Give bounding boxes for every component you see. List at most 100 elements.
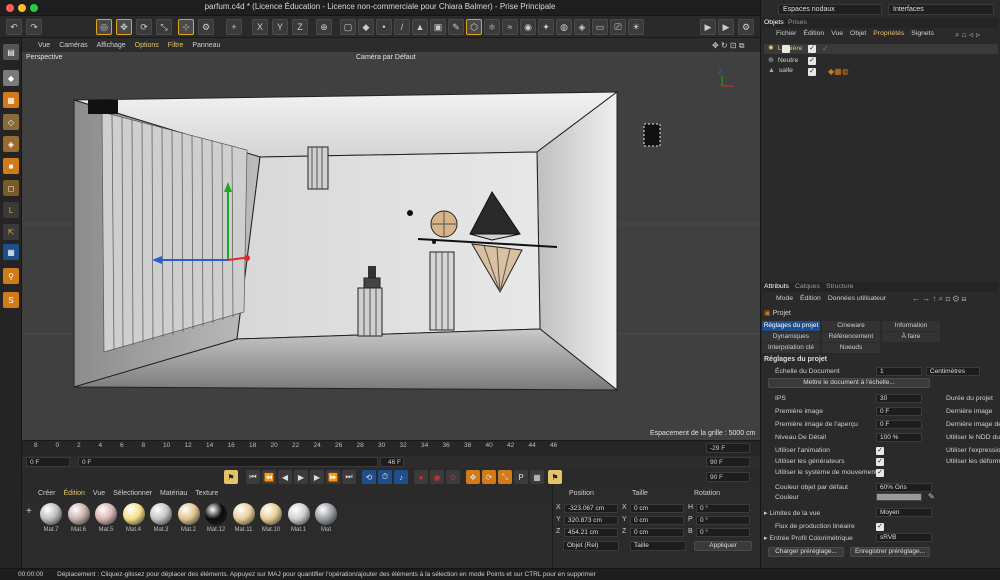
position-field[interactable]: -323.067 cm [564,504,618,513]
obj-menu-objet[interactable]: Objet [850,30,866,37]
neutre-enable-check[interactable]: ✓ [808,57,816,65]
coordinate-system-icon[interactable]: ⊕ [316,19,332,35]
subtab-referencement[interactable]: Référencement [822,332,880,342]
render-settings-icon[interactable]: ⚙ [738,19,754,35]
obj-menu-proprietes[interactable]: Propriétés [873,30,904,37]
doc-scale-unit-dropdown[interactable]: Centimètres [926,367,980,376]
z-axis-lock-icon[interactable]: Z [292,19,308,35]
size-mode-dropdown[interactable]: Taille [630,541,686,551]
menu-options[interactable]: Options [135,42,159,49]
subtab-reglages[interactable]: Réglages du projet [762,321,820,331]
menu-cameras[interactable]: Caméras [59,42,87,49]
subtab-dynamiques[interactable]: Dynamiques [762,332,820,342]
uv-icon[interactable]: ◻ [3,180,19,196]
redo-icon[interactable]: ↷ [26,19,42,35]
transform-tool-icon[interactable]: ⊹ [178,19,194,35]
tab-objets[interactable]: Objets [764,19,784,26]
axis-icon[interactable]: L [3,202,19,218]
keyframe-selection-icon[interactable]: ⊙ [446,470,460,484]
material-label[interactable]: Mat.1 [286,527,312,533]
autokey-icon[interactable]: ◉ [430,470,444,484]
material-label[interactable]: Mat [313,527,339,533]
material-label[interactable]: Mat.12 [203,527,229,533]
tab-prises[interactable]: Prises [788,19,807,26]
cube-icon[interactable]: ▣ [430,19,446,35]
max-frame-field[interactable]: 90 F [706,472,750,482]
record-key-icon[interactable]: ● [414,470,428,484]
mat-menu-edition[interactable]: Édition [64,490,85,497]
pla-key-icon[interactable]: ▦ [530,470,544,484]
obj-menu-vue[interactable]: Vue [831,30,843,37]
salle-tags-icon[interactable]: ◆▦◍ [828,67,849,76]
object-mode-icon[interactable]: ◆ [358,19,374,35]
material-preview[interactable] [315,503,337,525]
preview-end-field[interactable]: 46 F [380,457,404,467]
mat-menu-materiau[interactable]: Matériau [160,490,187,497]
obj-menu-signets[interactable]: Signets [911,30,934,37]
y-axis-lock-icon[interactable]: Y [272,19,288,35]
material-label[interactable]: Mat.4 [121,527,147,533]
rotation-key-icon[interactable]: ⟳ [482,470,496,484]
play-icon[interactable]: ▶ [294,470,308,484]
subdivision-icon[interactable]: ⬡ [466,19,482,35]
material-preview[interactable] [150,503,172,525]
material-label[interactable]: Mat.7 [38,527,64,533]
motion-system-icon[interactable]: ⚑ [548,470,562,484]
recent-tools-icon[interactable]: ⚙ [198,19,214,35]
salle-enable-check[interactable]: ✓ [808,68,816,76]
obj-menu-fichier[interactable]: Fichier [776,30,796,37]
apply-button[interactable]: Appliquer [694,541,752,551]
check-green-icon[interactable]: ✓ [822,44,829,53]
object-row-lumiere[interactable]: ✹ Lumière [764,44,998,54]
position-field[interactable]: 320.873 cm [564,516,618,525]
move-tool-icon[interactable]: ✥ [116,19,132,35]
rotation-field[interactable]: 0 ° [696,504,750,513]
material-label[interactable]: Mat.2 [176,527,202,533]
light-icon[interactable]: ☀ [628,19,644,35]
quantize-icon[interactable]: S [3,292,19,308]
objects-nav-icons[interactable]: ⌕ ⌂ ⊲ ⊳ [955,30,980,40]
checkbox[interactable]: ✓ [876,458,884,466]
current-frame-field[interactable]: -29 F [706,443,750,453]
position-field[interactable]: 454.21 cm [564,528,618,537]
edges-icon[interactable]: ◈ [3,136,19,152]
material-preview[interactable] [260,503,282,525]
render-picture-viewer-icon[interactable]: ▶ [718,19,734,35]
next-key-icon[interactable]: ⏩ [326,470,340,484]
texture-icon[interactable]: ▦ [3,92,19,108]
loop-icon[interactable]: ⟲ [362,470,376,484]
mat-menu-vue[interactable]: Vue [93,490,105,497]
view-limit-dropdown[interactable]: Moyen [876,508,932,517]
polygons-icon[interactable]: ■ [3,158,19,174]
end-frame-field[interactable]: 90 F [706,457,750,467]
field-value[interactable]: 100 % [876,433,922,442]
size-field[interactable]: 0 cm [630,504,684,513]
size-field[interactable]: 0 cm [630,516,684,525]
object-name[interactable]: Neutre [778,57,798,64]
lumiere-enable-check[interactable]: ✓ [808,45,816,53]
field-value[interactable]: 30 [876,394,922,403]
node-spaces-dropdown[interactable]: Espaces nodaux [778,4,882,15]
camera-icon[interactable]: ⎚ [610,19,626,35]
object-name[interactable]: salle [779,67,793,74]
obj-menu-edition[interactable]: Édition [803,30,824,37]
scale-key-icon[interactable]: ⤡ [498,470,512,484]
tweak-icon[interactable]: ⇱ [3,224,19,240]
polygons-mode-icon[interactable]: ▲ [412,19,428,35]
menu-vue[interactable]: Vue [38,42,50,49]
color-swatch[interactable] [876,493,922,501]
subtab-interpolation[interactable]: Interpolation clé [762,343,820,353]
mat-menu-selectionner[interactable]: Sélectionner [113,490,152,497]
tab-calques[interactable]: Calques [795,283,820,290]
material-preview[interactable] [205,503,227,525]
mat-menu-texture[interactable]: Texture [195,490,218,497]
preview-start-field[interactable]: 0 F [78,457,378,467]
object-row-salle[interactable]: ▲ salle [764,67,998,77]
object-row-neutre[interactable]: ⊕ Neutre [764,56,998,66]
material-preview[interactable] [232,503,255,525]
material-preview[interactable] [95,503,117,525]
prev-key-icon[interactable]: ⏪ [262,470,276,484]
attr-menu-edition[interactable]: Édition [800,295,821,302]
3d-viewport[interactable]: Z Perspective Caméra par Défaut Espaceme… [22,52,760,440]
cloner-icon[interactable]: ⚛ [484,19,500,35]
